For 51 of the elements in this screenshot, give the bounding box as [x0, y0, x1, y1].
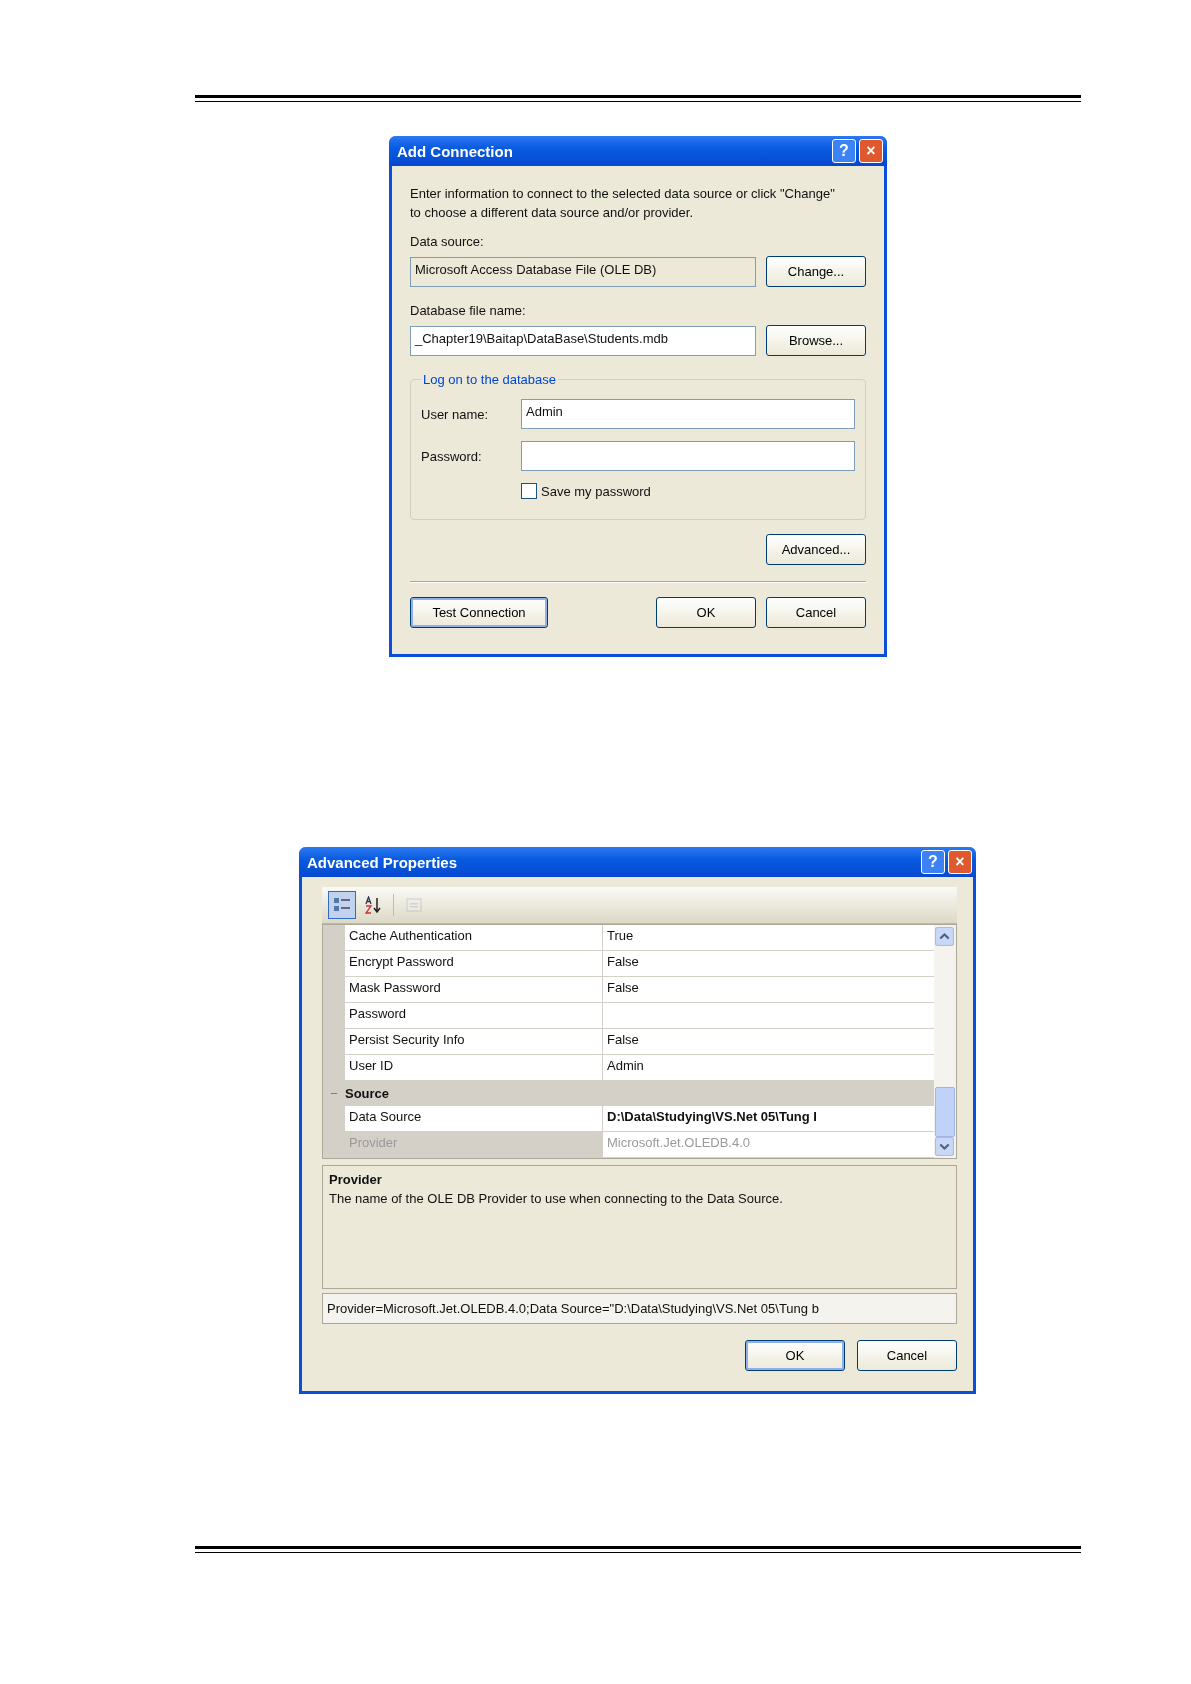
property-name[interactable]: Encrypt Password — [345, 951, 603, 976]
property-pages-icon — [405, 896, 423, 914]
field-label: Password: — [421, 448, 483, 464]
description-text: The name of the OLE DB Provider to use when connecting to the Data Source. — [329, 1191, 784, 1206]
connection-string-field[interactable]: Provider=Microsoft.Jet.OLEDB.4.0;Data Source="D:\Data\Studying\VS.Net 05\Tung b — [322, 1293, 957, 1324]
user-name-field[interactable]: Admin — [521, 399, 855, 429]
scrollbar[interactable] — [934, 925, 956, 1158]
categorized-view-button[interactable] — [328, 891, 356, 919]
scroll-thumb[interactable] — [935, 1087, 955, 1137]
category-name: Source — [345, 1086, 390, 1101]
window-title: Advanced Properties — [307, 853, 459, 871]
dialog-button[interactable]: Test Connection — [410, 597, 548, 628]
file-name-field[interactable]: _Chapter19\Baitap\DataBase\Students.mdb — [410, 325, 756, 356]
sort-icon — [364, 896, 382, 914]
advanced-button[interactable]: Advanced... — [766, 534, 866, 565]
property-value[interactable]: False — [603, 977, 934, 1002]
checkbox-label: Save my password — [541, 483, 651, 499]
property-name[interactable]: Password — [345, 1003, 603, 1028]
help-button[interactable]: ? — [921, 850, 945, 874]
property-value[interactable]: Admin — [603, 1055, 934, 1080]
field-label: Database file name: — [410, 303, 527, 318]
property-value[interactable]: False — [603, 1029, 934, 1054]
data-source-field[interactable]: Microsoft Access Database File (OLE DB) — [410, 256, 756, 287]
property-name[interactable]: Data Source — [345, 1106, 603, 1131]
checkbox[interactable] — [521, 483, 537, 499]
close-button[interactable]: × — [859, 139, 883, 163]
property-value[interactable]: D:\Data\Studying\VS.Net 05\Tung I — [603, 1106, 934, 1131]
property-value[interactable]: True — [603, 925, 934, 950]
dialog-button[interactable]: OK — [656, 597, 756, 628]
property-name[interactable]: User ID — [345, 1055, 603, 1080]
group-title: Log on to the database — [422, 372, 557, 387]
description-title: Provider — [329, 1172, 383, 1187]
property-name[interactable]: Mask Password — [345, 977, 603, 1002]
dialog-button[interactable]: Cancel — [766, 597, 866, 628]
window-title: Add Connection — [397, 142, 514, 160]
browse-button[interactable]: Browse... — [766, 325, 866, 356]
dialog-button[interactable]: OK — [745, 1340, 845, 1371]
field-label: Data source: — [410, 234, 485, 249]
field-label: User name: — [421, 406, 490, 422]
list-icon — [333, 896, 351, 914]
property-name[interactable]: Persist Security Info — [345, 1029, 603, 1054]
property-name[interactable]: Cache Authentication — [345, 925, 603, 950]
property-value[interactable]: False — [603, 951, 934, 976]
scroll-down-icon[interactable] — [935, 1137, 954, 1156]
password-field[interactable] — [521, 441, 855, 471]
intro-text: Enter information to connect to the selected data source or click "Change" to choose a different data source and/or provider. — [410, 185, 836, 222]
scroll-up-icon[interactable] — [935, 927, 954, 946]
help-button[interactable]: ? — [832, 139, 856, 163]
change-button[interactable]: Change... — [766, 256, 866, 287]
dialog-button[interactable]: Cancel — [857, 1340, 957, 1371]
close-button[interactable]: × — [948, 850, 972, 874]
